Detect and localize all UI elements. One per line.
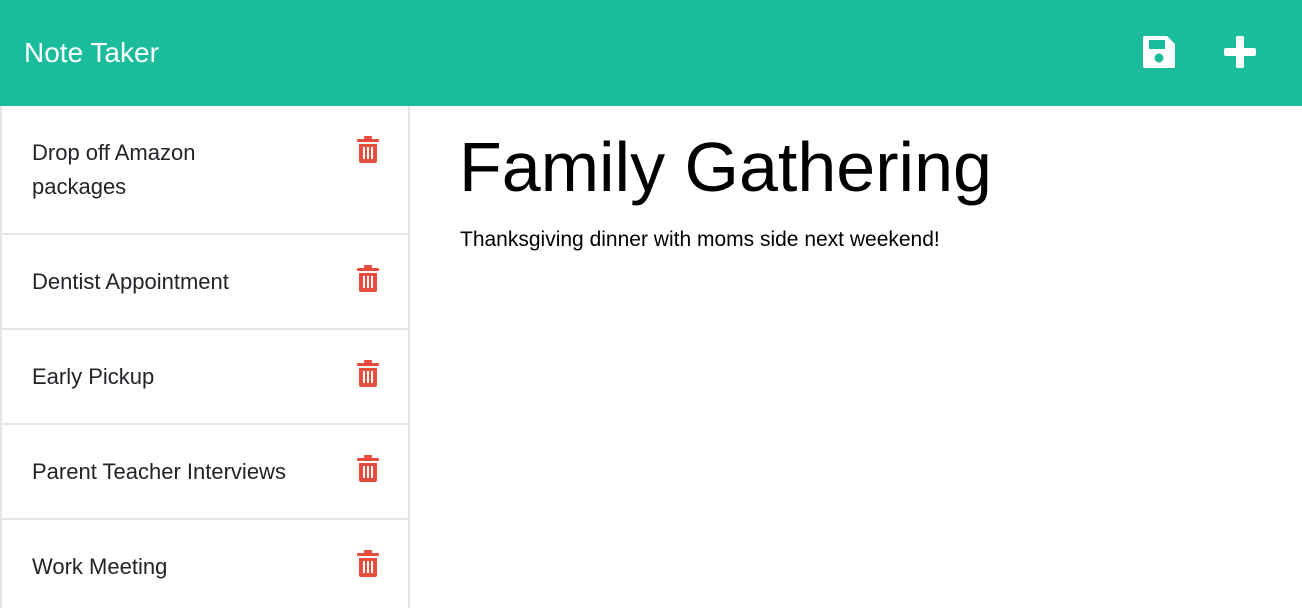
note-title-input[interactable]: Family Gathering [459,126,992,208]
floppy-disk-icon [1143,36,1175,68]
trash-icon [357,265,379,292]
delete-note-button[interactable] [356,265,380,293]
note-list-title: Drop off Amazon packages [32,140,196,199]
plus-icon [1224,36,1256,68]
note-list-title: Dentist Appointment [32,269,229,294]
list-item[interactable]: Dentist Appointment [2,235,408,330]
list-item[interactable]: Work Meeting [2,520,408,608]
save-note-button[interactable] [1139,32,1179,72]
trash-icon [357,360,379,387]
notes-list: Drop off Amazon packages Dentist Appoint… [0,106,410,608]
delete-note-button[interactable] [356,136,380,164]
delete-note-button[interactable] [356,455,380,483]
note-text-area[interactable]: Thanksgiving dinner with moms side next … [460,224,1260,256]
trash-icon [357,455,379,482]
new-note-button[interactable] [1220,32,1260,72]
note-list-title: Parent Teacher Interviews [32,459,286,484]
list-item[interactable]: Early Pickup [2,330,408,425]
note-editor: Family Gathering Thanksgiving dinner wit… [412,106,1302,608]
delete-note-button[interactable] [356,360,380,388]
brand-title[interactable]: Note Taker [24,36,159,70]
list-item[interactable]: Parent Teacher Interviews [2,425,408,520]
trash-icon [357,550,379,577]
note-list-title: Work Meeting [32,554,168,579]
navbar: Note Taker [0,0,1302,106]
note-list-title: Early Pickup [32,364,155,389]
delete-note-button[interactable] [356,550,380,578]
list-item[interactable]: Drop off Amazon packages [2,106,408,235]
trash-icon [357,136,379,163]
